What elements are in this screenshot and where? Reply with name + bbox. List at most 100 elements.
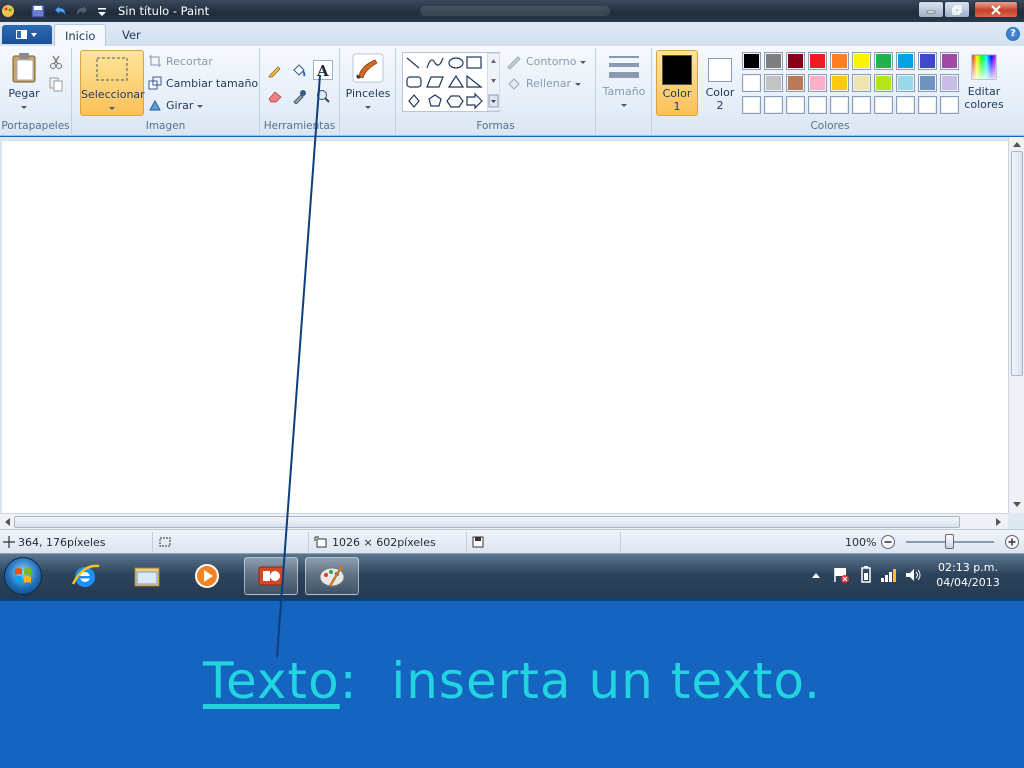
zoom-in-icon[interactable]	[1004, 534, 1020, 550]
paste-button[interactable]: Pegar	[4, 52, 44, 116]
show-hidden-icons-icon[interactable]	[810, 570, 822, 582]
palette-swatch[interactable]	[830, 52, 849, 70]
palette-swatch[interactable]	[742, 74, 761, 92]
palette-swatch[interactable]	[742, 52, 761, 70]
action-center-flag-icon[interactable]	[832, 566, 850, 584]
paint-app-icon[interactable]	[0, 3, 16, 19]
fill-shape-icon[interactable]	[506, 76, 522, 90]
palette-swatch[interactable]	[786, 52, 805, 70]
palette-swatch[interactable]	[808, 96, 827, 114]
palette-swatch[interactable]	[764, 74, 783, 92]
undo-icon[interactable]	[52, 3, 68, 19]
color1-button[interactable]: Color 1	[656, 50, 698, 116]
zoom-slider-thumb[interactable]	[945, 534, 954, 549]
palette-swatch[interactable]	[940, 96, 959, 114]
group-label-herramientas: Herramientas	[263, 120, 336, 132]
scroll-left-icon[interactable]	[3, 517, 11, 527]
palette-swatch[interactable]	[918, 96, 937, 114]
magnifier-tool[interactable]	[313, 86, 333, 106]
palette-swatch[interactable]	[764, 96, 783, 114]
shapes-scroll-icon[interactable]	[487, 53, 500, 111]
palette-swatch[interactable]	[808, 74, 827, 92]
fill-tool[interactable]	[289, 60, 309, 80]
taskbar-powerpoint[interactable]	[244, 557, 298, 595]
app-menu-button[interactable]	[2, 25, 52, 44]
palette-swatch[interactable]	[940, 74, 959, 92]
fill-label[interactable]: Rellenar	[526, 77, 581, 90]
select-button[interactable]: Seleccionar	[80, 50, 145, 116]
palette-swatch[interactable]	[918, 52, 937, 70]
edit-colors-button[interactable]: Editar colores	[962, 52, 1006, 118]
minimize-button[interactable]	[918, 1, 944, 18]
palette-swatch[interactable]	[896, 96, 915, 114]
palette-swatch[interactable]	[764, 52, 783, 70]
color-spectrum-icon	[971, 54, 997, 80]
start-button[interactable]	[4, 557, 42, 595]
redo-icon[interactable]	[74, 3, 90, 19]
swatch-color	[920, 54, 935, 68]
shapes-gallery[interactable]	[402, 52, 500, 112]
scroll-down-icon[interactable]	[1012, 501, 1022, 509]
resize-icon[interactable]	[148, 76, 162, 90]
taskbar-paint[interactable]	[305, 557, 359, 595]
zoom-out-icon[interactable]	[880, 534, 896, 550]
taskbar: 02:13 p.m. 04/04/2013	[0, 553, 1024, 598]
palette-swatch[interactable]	[896, 52, 915, 70]
palette-swatch[interactable]	[742, 96, 761, 114]
palette-swatch[interactable]	[874, 52, 893, 70]
network-signal-icon[interactable]	[880, 566, 898, 584]
text-tool[interactable]: A	[313, 60, 333, 80]
close-button[interactable]	[974, 1, 1018, 18]
taskbar-internet-explorer[interactable]	[58, 557, 112, 595]
color-picker-tool[interactable]	[289, 86, 309, 106]
palette-swatch[interactable]	[786, 96, 805, 114]
customize-quick-access-icon[interactable]	[94, 3, 110, 19]
scroll-up-icon[interactable]	[1012, 140, 1022, 148]
palette-swatch[interactable]	[896, 74, 915, 92]
shapes-gallery-icons	[406, 56, 483, 110]
palette-swatch[interactable]	[830, 96, 849, 114]
horizontal-scrollbar[interactable]	[0, 513, 1008, 529]
rotate-icon[interactable]	[148, 98, 162, 112]
scroll-right-icon[interactable]	[995, 517, 1003, 527]
size-button[interactable]: Tamaño	[600, 52, 648, 118]
system-clock[interactable]: 02:13 p.m. 04/04/2013	[930, 560, 1006, 590]
horizontal-scroll-thumb[interactable]	[14, 516, 960, 528]
taskbar-media-player[interactable]	[180, 557, 234, 595]
save-icon[interactable]	[30, 3, 46, 19]
brushes-button[interactable]: Pinceles	[344, 52, 392, 118]
crop-label[interactable]: Recortar	[166, 55, 213, 68]
color2-button[interactable]: Color 2	[700, 50, 740, 116]
palette-swatch[interactable]	[940, 52, 959, 70]
outline-label[interactable]: Contorno	[526, 55, 586, 68]
vertical-scrollbar[interactable]	[1008, 137, 1024, 513]
tab-inicio[interactable]: Inicio	[54, 24, 106, 46]
volume-icon[interactable]	[904, 566, 922, 584]
eraser-tool[interactable]	[265, 86, 285, 106]
palette-swatch[interactable]	[852, 96, 871, 114]
drawing-canvas[interactable]	[2, 141, 1008, 513]
palette-swatch[interactable]	[874, 96, 893, 114]
palette-swatch[interactable]	[786, 74, 805, 92]
resize-label[interactable]: Cambiar tamaño	[166, 77, 258, 90]
battery-icon[interactable]	[858, 566, 874, 584]
crop-icon[interactable]	[148, 54, 162, 68]
maximize-button[interactable]	[944, 1, 970, 18]
palette-swatch[interactable]	[830, 74, 849, 92]
tab-ver[interactable]: Ver	[112, 24, 151, 46]
palette-swatch[interactable]	[918, 74, 937, 92]
eraser-icon	[268, 91, 282, 103]
palette-swatch[interactable]	[852, 74, 871, 92]
copy-icon[interactable]	[48, 76, 64, 92]
vertical-scroll-thumb[interactable]	[1011, 151, 1023, 376]
pencil-tool[interactable]	[265, 60, 285, 80]
outline-icon[interactable]	[506, 55, 522, 69]
palette-swatch[interactable]	[852, 52, 871, 70]
swatch-color	[788, 76, 803, 90]
rotate-label[interactable]: Girar	[166, 99, 203, 112]
help-icon[interactable]: ?	[1006, 27, 1020, 41]
cut-icon[interactable]	[48, 54, 64, 70]
palette-swatch[interactable]	[808, 52, 827, 70]
palette-swatch[interactable]	[874, 74, 893, 92]
taskbar-explorer[interactable]	[120, 557, 174, 595]
